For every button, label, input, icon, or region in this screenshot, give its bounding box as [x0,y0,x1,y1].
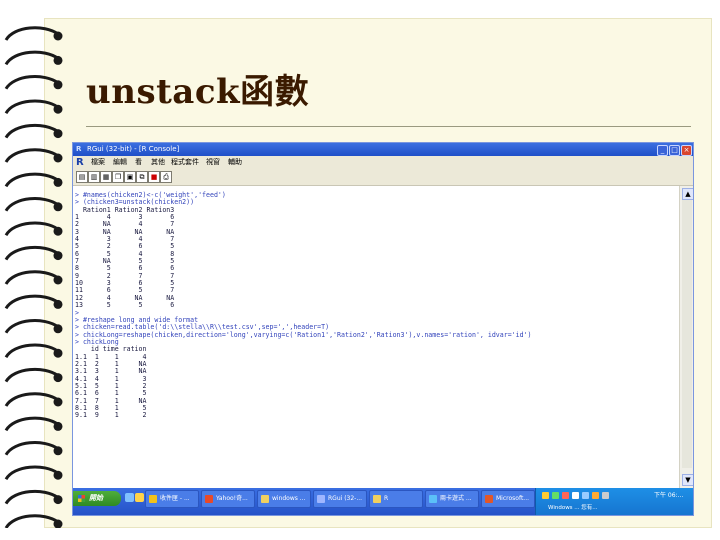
binding-ring [4,221,63,237]
tray-ime-icon[interactable] [582,492,589,499]
tray-alert-icon[interactable] [562,492,569,499]
binding-ring [4,367,63,383]
quicklaunch-desktop-icon[interactable] [125,493,134,502]
binding-ring [4,514,63,528]
load-icon[interactable]: ▥ [88,171,100,183]
binding-ring [4,465,63,481]
mail-icon [149,495,157,503]
copy-icon[interactable]: ❐ [112,171,124,183]
menu-view[interactable]: 看 [135,156,142,169]
print-icon[interactable]: ⎙ [160,171,172,183]
save-icon[interactable]: ▦ [100,171,112,183]
toolbar: ▤ ▥ ▦ ❐ ▣ ⧉ ■ ⎙ [73,169,693,186]
taskbar-task-label: 收件匣 - ... [160,495,190,502]
console-command-line: > chickLong=reshape(chicken,direction='l… [75,330,532,339]
start-label: 開始 [89,494,103,502]
scroll-down-icon[interactable]: ▼ [682,474,693,486]
quicklaunch-folder-icon[interactable] [135,493,144,502]
windows-logo-icon [78,495,85,502]
tray-notification[interactable]: Windows ... 您有... [548,503,598,511]
close-button[interactable]: × [681,145,692,156]
menu-misc[interactable]: 其他 [151,156,165,169]
console-output-line: 13 5 5 6 [75,301,175,310]
binding-ring [4,294,63,310]
scroll-up-icon[interactable]: ▲ [682,188,693,200]
taskbar-task[interactable]: windows ... [257,490,311,508]
binding-ring [4,26,63,41]
r-app-icon: R [76,145,82,153]
taskbar-task[interactable]: Yahoo!奇... [201,490,255,508]
console-scrollbar[interactable]: ▲ ▼ [679,186,693,488]
tray-update-icon[interactable] [592,492,599,499]
console-output-line: 9.1 9 1 2 [75,411,147,420]
r-logo-icon: R [76,157,84,168]
binding-ring [4,75,63,90]
tray-volume-icon[interactable] [572,492,579,499]
binding-ring [4,99,63,115]
taskbar-task[interactable]: 收件匣 - ... [145,490,199,508]
tray-network-icon[interactable] [542,492,549,499]
tray-security-icon[interactable] [552,492,559,499]
binding-ring [4,123,63,139]
slide: unstack函數 R RGui (32-bit) - [R Console] … [0,0,720,540]
folder-icon [373,495,381,503]
menu-edit[interactable]: 編輯 [113,156,127,169]
binding-ring [4,197,63,212]
binding-ring [4,319,63,334]
binding-ring [4,50,63,66]
menu-windows[interactable]: 視窗 [206,156,220,169]
binding-ring [4,489,63,505]
title-divider [86,126,691,127]
binding-ring [4,392,63,407]
menubar: R 檔案 編輯 看 其他 程式套件 視窗 輔助 [73,156,693,169]
taskbar-task-label: 兩卡遊式 ... [440,495,472,502]
binding-ring [4,172,63,188]
r-console[interactable]: > #names(chicken2)<-c('weight','feed') >… [73,186,679,488]
tray-clock[interactable]: 下午 06:... [654,490,683,499]
taskbar-task[interactable]: R [369,490,423,508]
taskbar-task-label: R [384,495,389,502]
taskbar-task-label: Yahoo!奇... [216,495,248,502]
binding-ring [4,245,63,261]
paste-icon[interactable]: ▣ [124,171,136,183]
taskbar-task[interactable]: RGui (32-... [313,490,367,508]
binding-ring [4,343,63,359]
menu-help[interactable]: 輔助 [228,156,242,169]
taskbar-task[interactable]: Microsoft... [481,490,535,508]
folder-icon [261,495,269,503]
system-tray: 下午 06:... Windows ... 您有... [535,488,693,515]
menu-file[interactable]: 檔案 [91,156,105,169]
app-icon [429,495,437,503]
start-button[interactable]: 開始 [73,491,121,506]
slide-title: unstack函數 [86,72,310,112]
taskbar: 開始 收件匣 - ... Yahoo!奇... windows ... RGui (3… [73,488,693,515]
tray-battery-icon[interactable] [602,492,609,499]
binding-ring [4,416,63,432]
browser-icon [205,495,213,503]
powerpoint-icon [485,495,493,503]
taskbar-task[interactable]: 兩卡遊式 ... [425,490,479,508]
minimize-button[interactable]: _ [657,145,668,156]
console-output: > #names(chicken2)<-c('weight','feed') >… [75,191,532,420]
menu-packages[interactable]: 程式套件 [171,156,199,169]
r-icon [317,495,325,503]
window-title: RGui (32-bit) - [R Console] [87,145,180,153]
spiral-binding [4,26,63,528]
taskbar-task-label: RGui (32-... [328,495,363,502]
rgui-window: R RGui (32-bit) - [R Console] _ □ × R 檔案… [72,142,694,516]
stop-icon[interactable]: ■ [148,171,160,183]
binding-ring [4,270,63,285]
taskbar-task-label: Microsoft... [496,495,530,502]
copy-paste-icon[interactable]: ⧉ [136,171,148,183]
maximize-button[interactable]: □ [669,145,680,156]
window-titlebar[interactable]: R RGui (32-bit) - [R Console] _ □ × [73,143,693,156]
taskbar-task-label: windows ... [272,495,306,502]
scroll-thumb[interactable] [682,200,692,468]
binding-ring [4,441,63,456]
open-icon[interactable]: ▤ [76,171,88,183]
binding-ring [4,148,63,163]
